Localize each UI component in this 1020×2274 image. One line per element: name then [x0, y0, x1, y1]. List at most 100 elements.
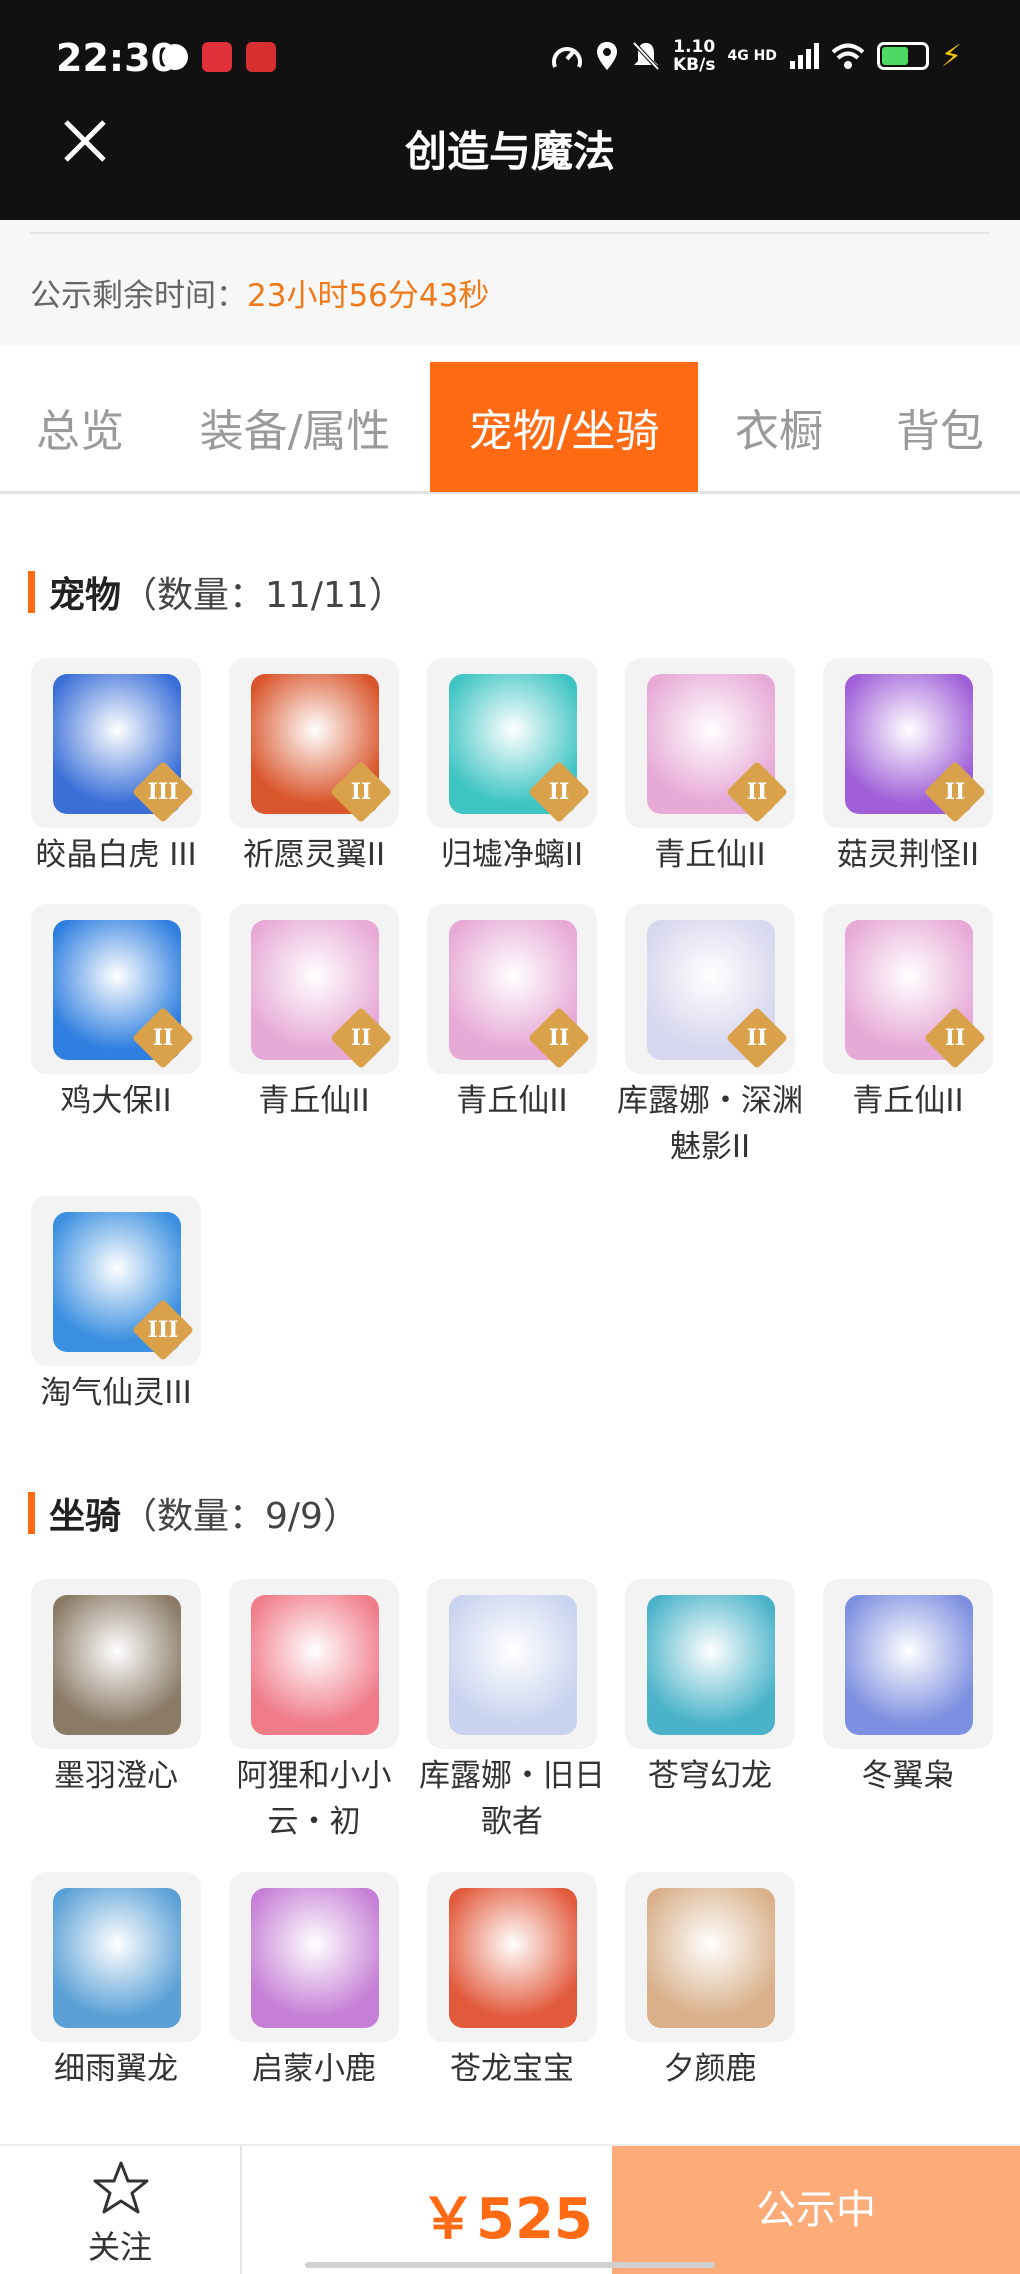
grade-label: III — [147, 1317, 179, 1343]
grade-label: II — [944, 779, 966, 805]
item-artwork — [53, 1595, 181, 1735]
item-name: 祈愿灵翼II — [242, 837, 386, 873]
item-name: 墨羽澄心 — [54, 1758, 178, 1794]
pet-item[interactable]: II 青丘仙II — [226, 904, 402, 1124]
mount-item[interactable]: 库露娜・旧日歌者 — [419, 1579, 605, 1845]
tab-backpack[interactable]: 背包 — [860, 362, 1020, 492]
item-thumbnail — [31, 1579, 201, 1749]
item-artwork — [845, 1595, 973, 1735]
pet-item[interactable]: II 库露娜・深渊魅影II — [617, 904, 803, 1170]
location-icon — [597, 42, 617, 70]
item-artwork — [53, 1888, 181, 2028]
mount-item[interactable]: 冬翼枭 — [820, 1579, 996, 1799]
item-thumbnail: II — [427, 658, 597, 828]
wifi-icon — [831, 43, 865, 69]
game-app-icon — [246, 42, 276, 72]
mount-item[interactable]: 阿狸和小小云・初 — [226, 1579, 402, 1845]
item-thumbnail — [823, 1579, 993, 1749]
mount-item[interactable]: 苍龙宝宝 — [424, 1872, 600, 2092]
mount-item[interactable]: 苍穹幻龙 — [622, 1579, 798, 1799]
item-name: 淘气仙灵III — [40, 1375, 192, 1411]
divider — [30, 232, 990, 234]
item-name: 青丘仙II — [258, 1083, 370, 1119]
pet-item[interactable]: II 鸡大保II — [28, 904, 204, 1124]
grade-badge: II — [329, 760, 393, 824]
follow-button[interactable]: 关注 — [0, 2146, 242, 2274]
grade-badge: II — [923, 1006, 987, 1070]
item-name: 细雨翼龙 — [54, 2051, 178, 2087]
item-thumbnail: II — [31, 904, 201, 1074]
grade-badge: III — [131, 760, 195, 824]
item-name: 青丘仙II — [654, 837, 766, 873]
item-name: 阿狸和小小云・初 — [236, 1758, 392, 1840]
grade-label: II — [548, 779, 570, 805]
tab-pets-mounts[interactable]: 宠物/坐骑 — [430, 362, 698, 492]
mount-item[interactable]: 墨羽澄心 — [28, 1579, 204, 1799]
item-thumbnail: II — [625, 658, 795, 828]
price: ￥525 — [420, 2187, 593, 2252]
grade-label: II — [746, 779, 768, 805]
tab-equipment[interactable]: 装备/属性 — [160, 362, 430, 492]
item-thumbnail: II — [427, 904, 597, 1074]
item-name: 库露娜・旧日歌者 — [419, 1758, 605, 1840]
status-indicators: 1.10 KB/s 4G HD ⚡ — [551, 38, 962, 74]
item-name: 青丘仙II — [456, 1083, 568, 1119]
shopping-app-icon — [202, 42, 232, 72]
item-thumbnail — [229, 1579, 399, 1749]
grade-label: II — [350, 1025, 372, 1051]
grade-label: II — [548, 1025, 570, 1051]
grade-badge: II — [527, 760, 591, 824]
item-name: 菇灵荆怪II — [836, 837, 980, 873]
section-accent-bar — [28, 1492, 35, 1534]
pet-item[interactable]: II 菇灵荆怪II — [820, 658, 996, 878]
pet-item[interactable]: II 青丘仙II — [622, 658, 798, 878]
item-name: 库露娜・深渊魅影II — [617, 1083, 803, 1165]
item-thumbnail: II — [823, 658, 993, 828]
tab-wardrobe[interactable]: 衣橱 — [698, 362, 860, 492]
grade-label: II — [350, 779, 372, 805]
pet-item[interactable]: II 青丘仙II — [820, 904, 996, 1124]
pet-item[interactable]: III 皎晶白虎 III — [28, 658, 204, 878]
pet-item[interactable]: II 归墟净螭II — [424, 658, 600, 878]
content: 宠物 （数量：11/11） III 皎晶白虎 III II 祈愿灵翼II II 归墟净螭II… — [0, 496, 1020, 2116]
mount-item[interactable]: 启蒙小鹿 — [226, 1872, 402, 2092]
item-name: 苍龙宝宝 — [450, 2051, 574, 2087]
bottom-bar: 关注 ￥525 公示中 — [0, 2144, 1020, 2274]
item-name: 归墟净螭II — [440, 837, 584, 873]
mount-item[interactable]: 细雨翼龙 — [28, 1872, 204, 2092]
item-name: 青丘仙II — [852, 1083, 964, 1119]
item-name: 冬翼枭 — [861, 1758, 955, 1794]
home-indicator — [305, 2262, 715, 2268]
grade-label: III — [147, 779, 179, 805]
item-artwork — [647, 1888, 775, 2028]
publicity-status-button[interactable]: 公示中 — [612, 2146, 1020, 2274]
pet-item[interactable]: II 青丘仙II — [424, 904, 600, 1124]
status-notification-icons — [162, 42, 276, 72]
tab-overview[interactable]: 总览 — [0, 362, 160, 492]
grade-badge: II — [725, 1006, 789, 1070]
battery-icon — [876, 42, 929, 70]
item-artwork — [251, 1595, 379, 1735]
grade-badge: II — [923, 760, 987, 824]
item-thumbnail — [427, 1579, 597, 1749]
grade-label: II — [152, 1025, 174, 1051]
mount-item[interactable]: 夕颜鹿 — [622, 1872, 798, 2092]
mounts-section-title: 坐骑 （数量：9/9） — [28, 1487, 359, 1539]
pet-item[interactable]: III 淘气仙灵III — [28, 1196, 204, 1416]
item-thumbnail — [31, 1872, 201, 2042]
star-icon — [93, 2161, 149, 2214]
item-name: 鸡大保II — [60, 1083, 172, 1119]
charging-icon: ⚡ — [940, 38, 962, 74]
item-thumbnail: II — [823, 904, 993, 1074]
notice-label: 公示剩余时间：23小时56分43秒 — [30, 278, 490, 314]
item-artwork — [251, 1888, 379, 2028]
notice-row: 公示剩余时间：23小时56分43秒 — [0, 220, 1020, 346]
pets-section-title: 宠物 （数量：11/11） — [28, 566, 405, 618]
item-name: 皎晶白虎 III — [35, 837, 197, 873]
tab-bar: 总览 装备/属性 宠物/坐骑 衣橱 背包 — [0, 362, 1020, 494]
pet-item[interactable]: II 祈愿灵翼II — [226, 658, 402, 878]
status-time: 22:30 — [56, 36, 177, 80]
item-artwork — [449, 1888, 577, 2028]
section-accent-bar — [28, 571, 35, 613]
network-type: 4G HD — [727, 48, 777, 64]
